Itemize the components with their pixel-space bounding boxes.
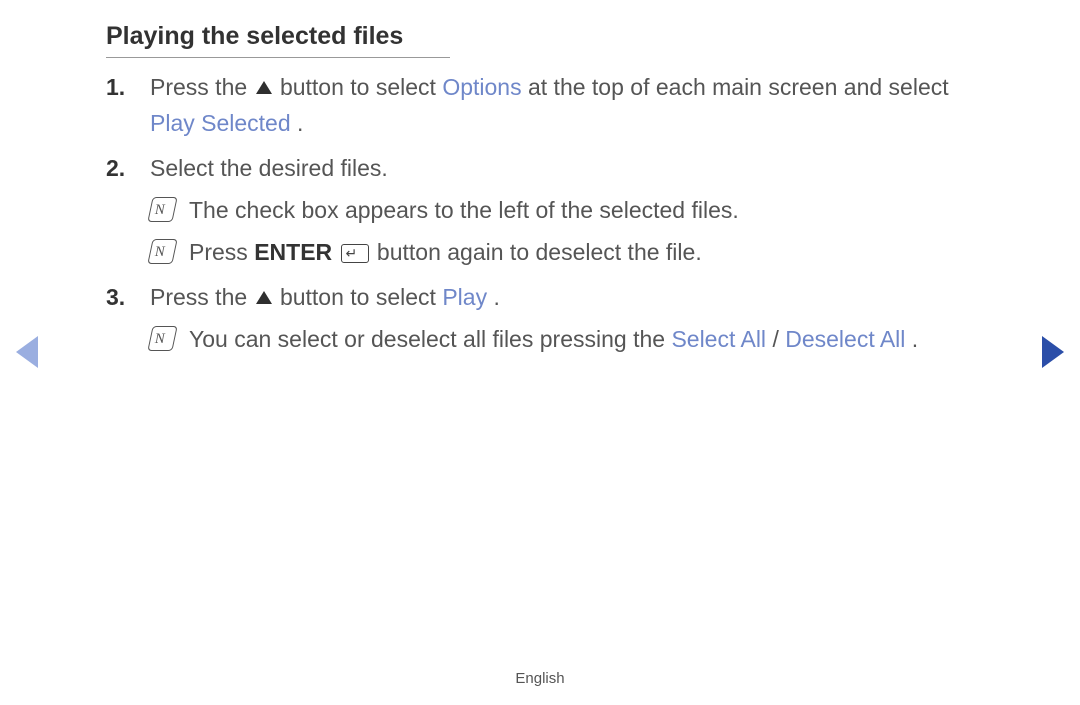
step2-note2-text: Press ENTER button again to deselect the… xyxy=(189,235,990,271)
deselect-all-label: Deselect All xyxy=(785,326,905,352)
prev-page-arrow-icon[interactable] xyxy=(16,336,38,368)
step3-note-text: You can select or deselect all files pre… xyxy=(189,322,990,358)
step1-text-d: . xyxy=(297,110,303,136)
step3-note: You can select or deselect all files pre… xyxy=(150,322,990,358)
up-arrow-icon xyxy=(256,291,272,304)
step-3: Press the button to select Play . You ca… xyxy=(150,280,990,357)
footer-language: English xyxy=(0,670,1080,687)
step-2: Select the desired files. The check box … xyxy=(150,151,990,270)
step-1: Press the button to select Options at th… xyxy=(150,70,990,141)
step2-note-2: Press ENTER button again to deselect the… xyxy=(150,235,990,271)
title-rule xyxy=(106,57,450,58)
enter-icon xyxy=(341,244,369,263)
note-icon xyxy=(147,239,177,264)
step3-text-c: . xyxy=(493,284,499,310)
enter-label: ENTER xyxy=(254,239,332,265)
step3-text-b: button to select xyxy=(280,284,442,310)
note-icon xyxy=(147,197,177,222)
step2-text: Select the desired files. xyxy=(150,155,388,181)
note3-a: You can select or deselect all files pre… xyxy=(189,326,671,352)
next-page-arrow-icon[interactable] xyxy=(1042,336,1064,368)
note2-b: button again to deselect the file. xyxy=(377,239,702,265)
note2-a: Press xyxy=(189,239,254,265)
options-label: Options xyxy=(442,74,521,100)
play-selected-label: Play Selected xyxy=(150,110,291,136)
step1-text-b: button to select xyxy=(280,74,442,100)
step2-note-1: The check box appears to the left of the… xyxy=(150,193,990,229)
note3-b: . xyxy=(912,326,918,352)
up-arrow-icon xyxy=(256,81,272,94)
step1-text-c: at the top of each main screen and selec… xyxy=(528,74,949,100)
note-icon xyxy=(147,326,177,351)
note3-slash: / xyxy=(772,326,785,352)
step-list: Press the button to select Options at th… xyxy=(106,70,990,357)
step3-text-a: Press the xyxy=(150,284,254,310)
step1-text-a: Press the xyxy=(150,74,254,100)
step2-note1-text: The check box appears to the left of the… xyxy=(189,193,990,229)
page-title: Playing the selected files xyxy=(106,22,990,51)
manual-page: Playing the selected files Press the but… xyxy=(0,0,1080,705)
select-all-label: Select All xyxy=(671,326,766,352)
play-label: Play xyxy=(442,284,487,310)
